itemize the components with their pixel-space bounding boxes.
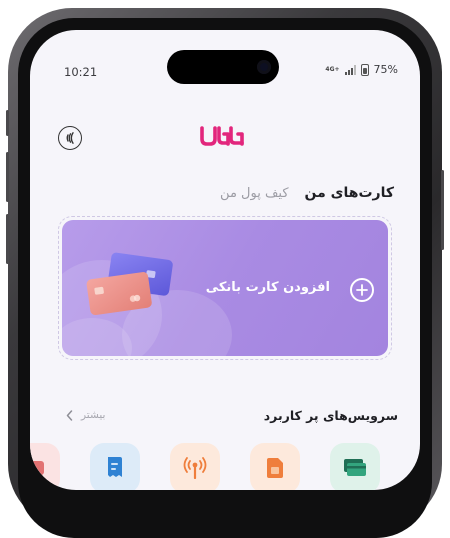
- add-bank-card-label: افزودن کارت بانکی: [205, 280, 330, 295]
- bill-icon: [108, 457, 122, 477]
- sim-card-icon: [267, 458, 283, 478]
- nfc-icon: [66, 132, 74, 144]
- power-button: [441, 170, 444, 250]
- antenna-icon: [183, 457, 207, 479]
- tab-my-cards[interactable]: کارت‌های من: [305, 185, 394, 201]
- more-label: بیشتر: [81, 409, 106, 421]
- wallet-tabs: کارت‌های من کیف پول من: [220, 185, 394, 201]
- signal-icon: [344, 64, 356, 75]
- nfc-button[interactable]: [58, 126, 82, 150]
- status-indicators: 4G+ 75%: [325, 63, 398, 76]
- card-icon: [344, 459, 366, 476]
- battery-icon: [360, 63, 369, 76]
- network-label: 4G+: [325, 65, 340, 73]
- bank-cards-illustration: [86, 252, 173, 316]
- service-bill-payment[interactable]: [90, 443, 140, 490]
- plus-icon: [356, 284, 368, 296]
- app-screen: 10:21 4G+ 75% کارت‌های من کیف پول من: [30, 30, 420, 490]
- volume-down-button: [6, 214, 9, 264]
- more-services-link[interactable]: بیشتر: [66, 409, 105, 421]
- volume-up-button: [6, 152, 9, 202]
- battery-level: 75%: [373, 63, 398, 76]
- dynamic-island: [167, 50, 279, 84]
- services-title: سرویس‌های پر کاربرد: [263, 408, 398, 423]
- service-sim-charge[interactable]: [250, 443, 300, 490]
- add-card-banner[interactable]: افزودن کارت بانکی: [62, 220, 388, 356]
- service-card-to-card[interactable]: [330, 443, 380, 490]
- add-card-area: افزودن کارت بانکی: [58, 216, 392, 360]
- app-logo: [200, 125, 246, 151]
- action-button: [6, 110, 9, 136]
- camera-icon: [257, 60, 271, 74]
- chevron-left-icon: [66, 409, 73, 421]
- status-time: 10:21: [64, 65, 98, 79]
- partial-icon: [30, 461, 44, 475]
- plus-circle-icon[interactable]: [350, 278, 374, 302]
- service-partial[interactable]: [30, 443, 60, 490]
- tab-my-wallet[interactable]: کیف پول من: [220, 186, 288, 201]
- service-internet-package[interactable]: [170, 443, 220, 490]
